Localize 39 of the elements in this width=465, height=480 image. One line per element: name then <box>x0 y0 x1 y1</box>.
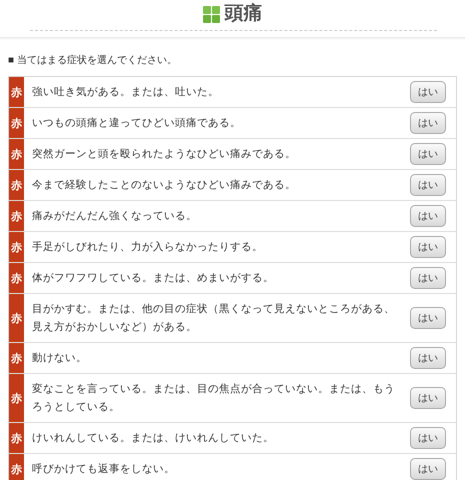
yes-button[interactable]: はい <box>410 458 446 480</box>
severity-tag: 赤 <box>9 77 24 107</box>
severity-tag: 赤 <box>9 294 24 342</box>
severity-tag: 赤 <box>9 374 24 422</box>
symptom-text: 目がかすむ。または、他の目の症状（黒くなって見えないところがある、見え方がおかしいなど）がある。 <box>31 302 396 335</box>
grid-icon <box>202 6 220 22</box>
severity-tag: 赤 <box>9 170 24 200</box>
symptom-text: 今まで経験したことのないようなひどい痛みである。 <box>31 178 297 193</box>
page-title: 頭痛 <box>224 3 262 25</box>
symptom-text: 強い吐き気がある。または、吐いた。 <box>31 85 220 100</box>
symptom-text: 変なことを言っている。または、目の焦点が合っていない。または、もうろうとしている。 <box>31 382 396 415</box>
yes-button[interactable]: はい <box>410 387 446 409</box>
yes-button[interactable]: はい <box>410 174 446 196</box>
yes-button[interactable]: はい <box>410 236 446 258</box>
symptom-text: いつもの頭痛と違ってひどい頭痛である。 <box>31 116 242 131</box>
severity-tag: 赤 <box>9 423 24 453</box>
severity-tag: 赤 <box>9 454 24 480</box>
symptom-text: 呼びかけても返事をしない。 <box>31 462 176 477</box>
yes-button[interactable]: はい <box>410 267 446 289</box>
severity-tag: 赤 <box>9 343 24 373</box>
severity-tag: 赤 <box>9 139 24 169</box>
yes-button[interactable]: はい <box>410 205 446 227</box>
severity-tag: 赤 <box>9 108 24 138</box>
symptom-text: 手足がしびれたり、力が入らなかったりする。 <box>31 240 264 255</box>
symptom-text: 動けない。 <box>31 351 88 366</box>
symptom-text: 痛みがだんだん強くなっている。 <box>31 209 198 224</box>
yes-button[interactable]: はい <box>410 112 446 134</box>
yes-button[interactable]: はい <box>410 81 446 103</box>
severity-tag: 赤 <box>9 263 24 293</box>
severity-tag: 赤 <box>9 232 24 262</box>
symptom-text: けいれんしている。または、けいれんしていた。 <box>31 431 275 446</box>
instruction-text: ■ 当てはまる症状を選んでください。 <box>8 54 178 68</box>
symptom-text: 体がフワフワしている。または、めまいがする。 <box>31 271 275 286</box>
symptom-text: 突然ガーンと頭を殴られたようなひどい痛みである。 <box>31 147 297 162</box>
yes-button[interactable]: はい <box>410 307 446 329</box>
yes-button[interactable]: はい <box>410 427 446 449</box>
yes-button[interactable]: はい <box>410 143 446 165</box>
severity-tag: 赤 <box>9 201 24 231</box>
yes-button[interactable]: はい <box>410 347 446 369</box>
